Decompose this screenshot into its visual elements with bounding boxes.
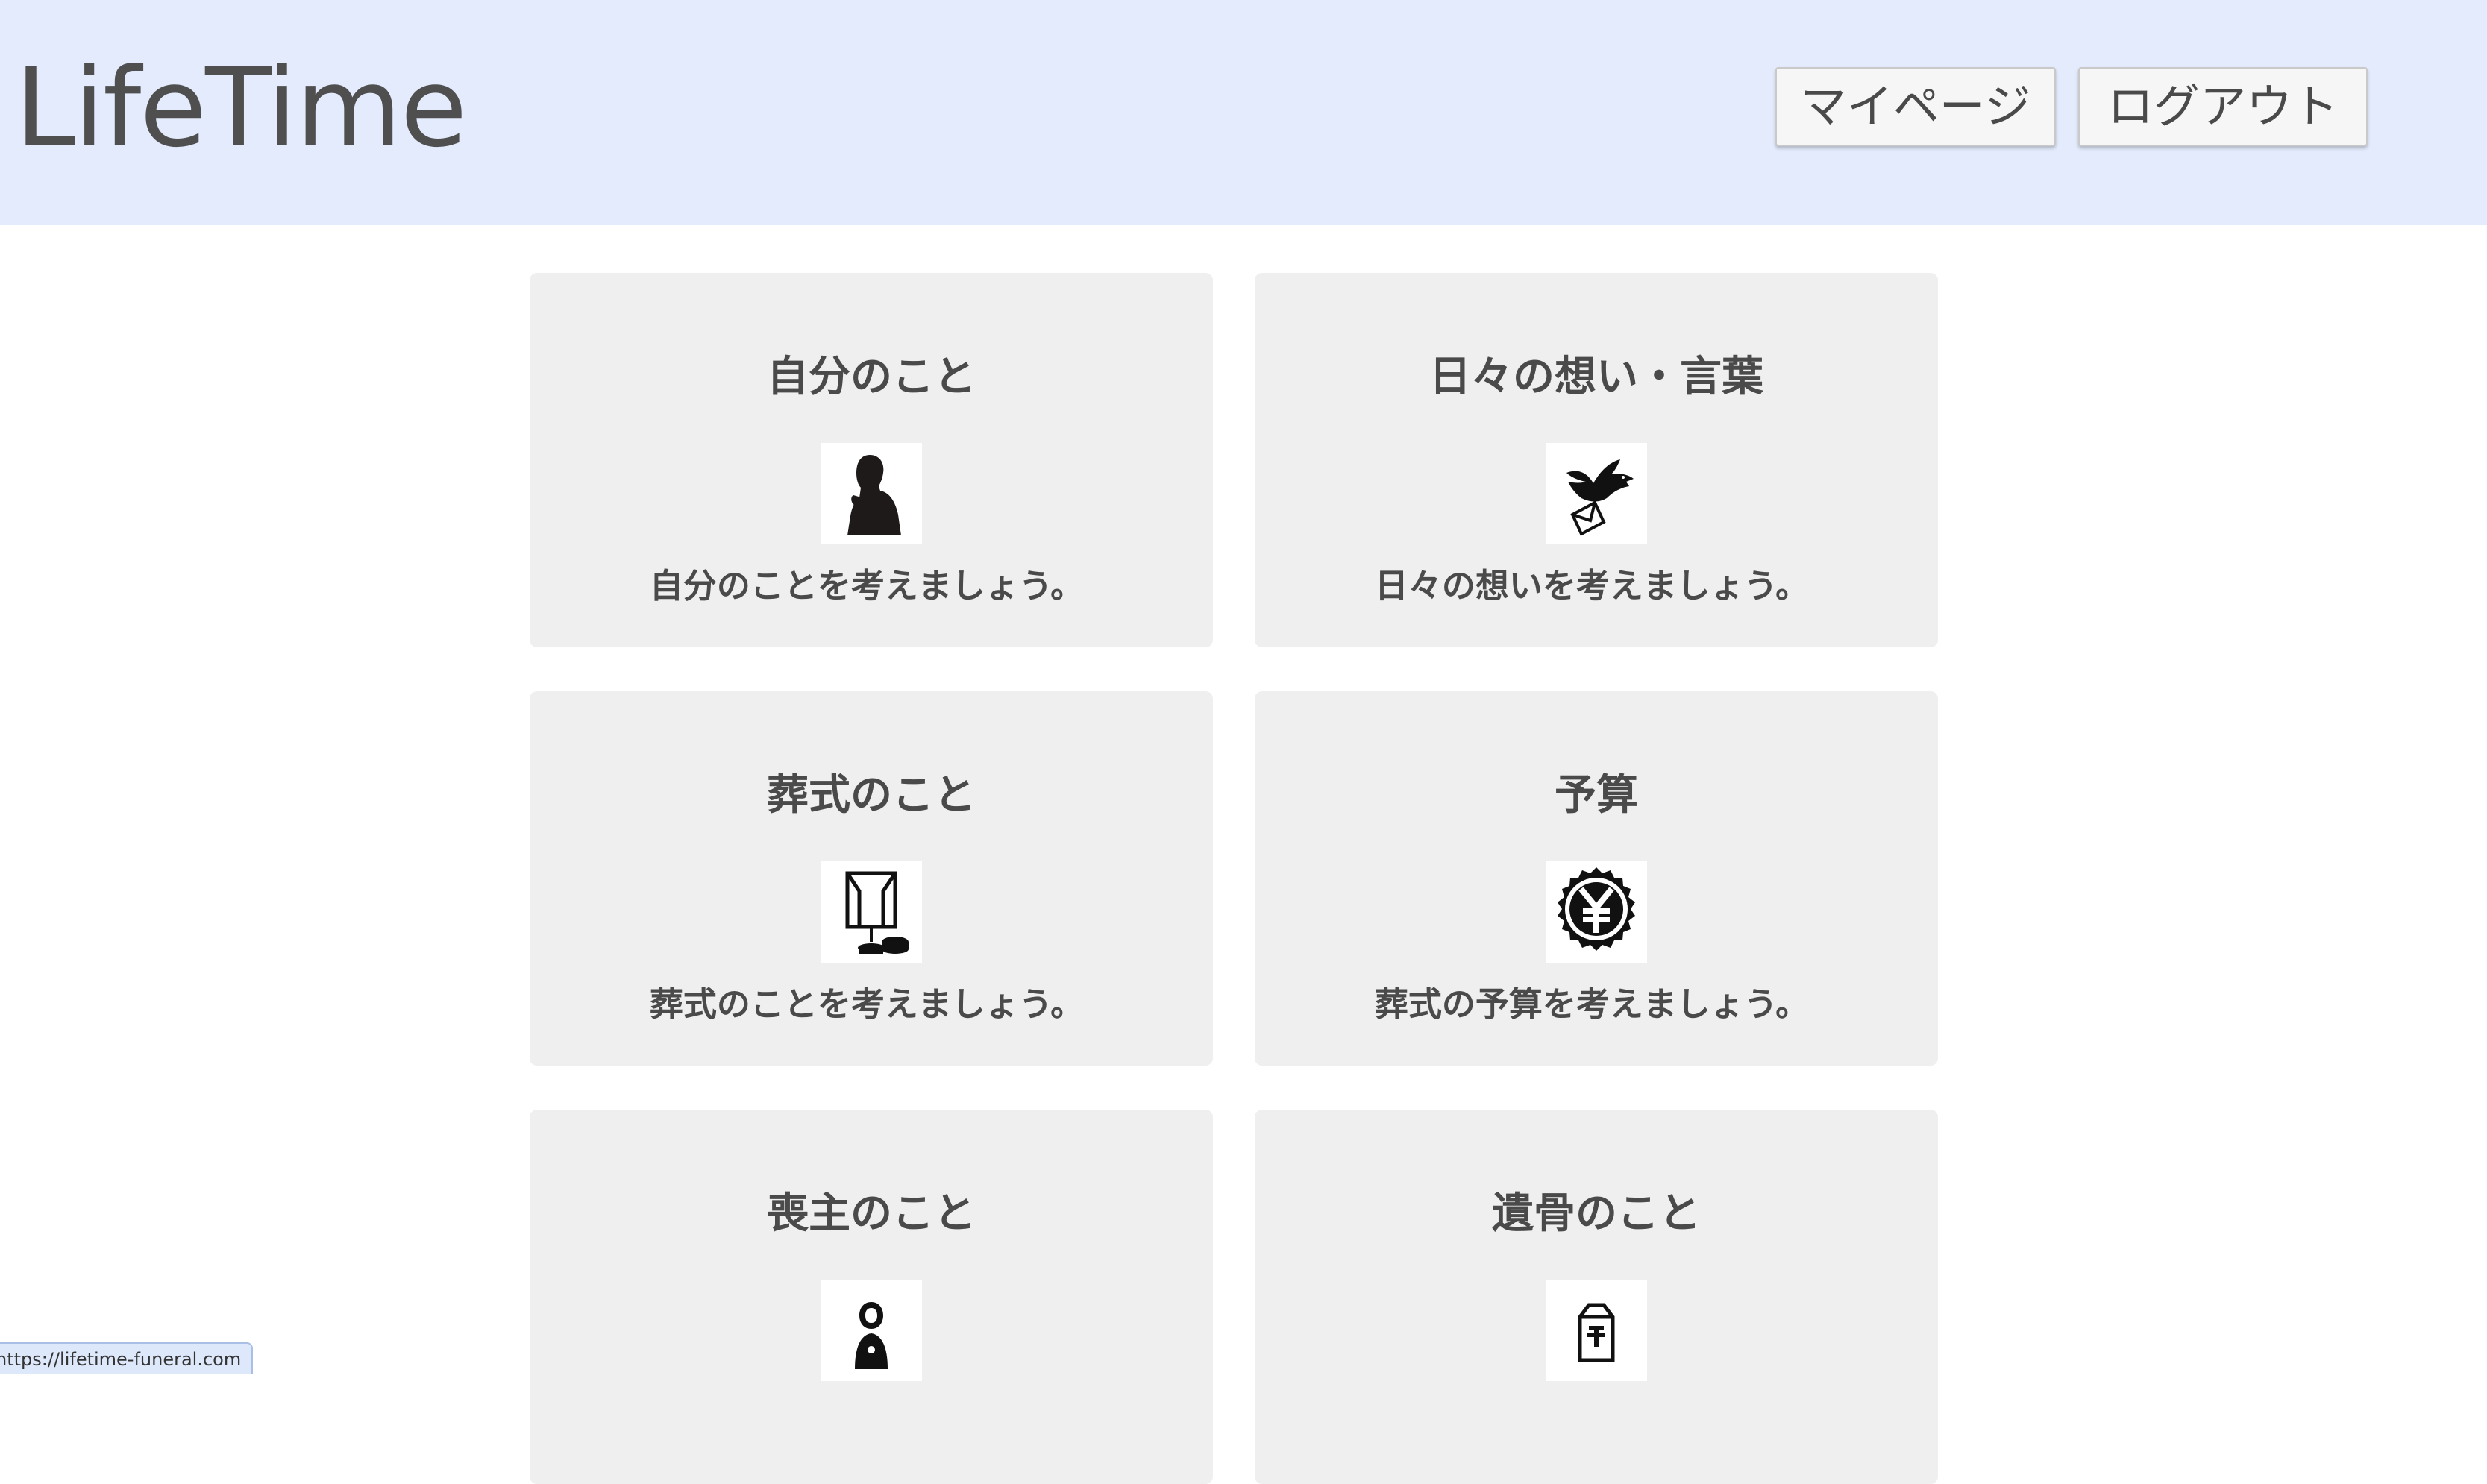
card-funeral[interactable]: 葬式のこと 葬式のことを考えましょう。 [530,691,1213,1066]
card-title: 喪主のこと [767,1189,976,1238]
card-remains[interactable]: 遺骨のこと [1255,1110,1938,1484]
card-daily-thoughts[interactable]: 日々の想い・言葉 日々の想いを考えましょう。 [1255,273,1938,647]
card-description: 自分のことを考えましょう。 [649,566,1085,606]
card-chief-mourner[interactable]: 喪主のこと [530,1110,1213,1484]
card-title: 葬式のこと [767,771,976,820]
header-bar: LifeTime マイページ ログアウト [0,0,2487,225]
card-budget[interactable]: 予算 葬式の予算を考えましょう。 [1255,691,1938,1066]
mypage-button[interactable]: マイページ [1775,67,2056,146]
dove-letter-icon [1546,443,1647,544]
card-description: 葬式の予算を考えましょう。 [1374,984,1810,1024]
card-self[interactable]: 自分のこと 自分のことを考えましょう。 [530,273,1213,647]
chief-mourner-icon [821,1280,922,1381]
card-description: 葬式のことを考えましょう。 [649,984,1085,1024]
urn-icon [1546,1280,1647,1381]
status-bar-url: https://lifetime-funeral.com [0,1342,254,1374]
logout-button[interactable]: ログアウト [2078,67,2368,146]
card-description: 日々の想いを考えましょう。 [1374,566,1810,606]
altar-icon [821,861,922,963]
yen-seal-icon [1546,861,1647,963]
site-logo[interactable]: LifeTime [15,45,467,172]
card-title: 予算 [1555,771,1638,820]
card-title: 遺骨のこと [1492,1189,1701,1238]
card-title: 自分のこと [767,353,976,401]
thinking-person-icon [821,443,922,544]
card-title: 日々の想い・言葉 [1429,353,1763,401]
